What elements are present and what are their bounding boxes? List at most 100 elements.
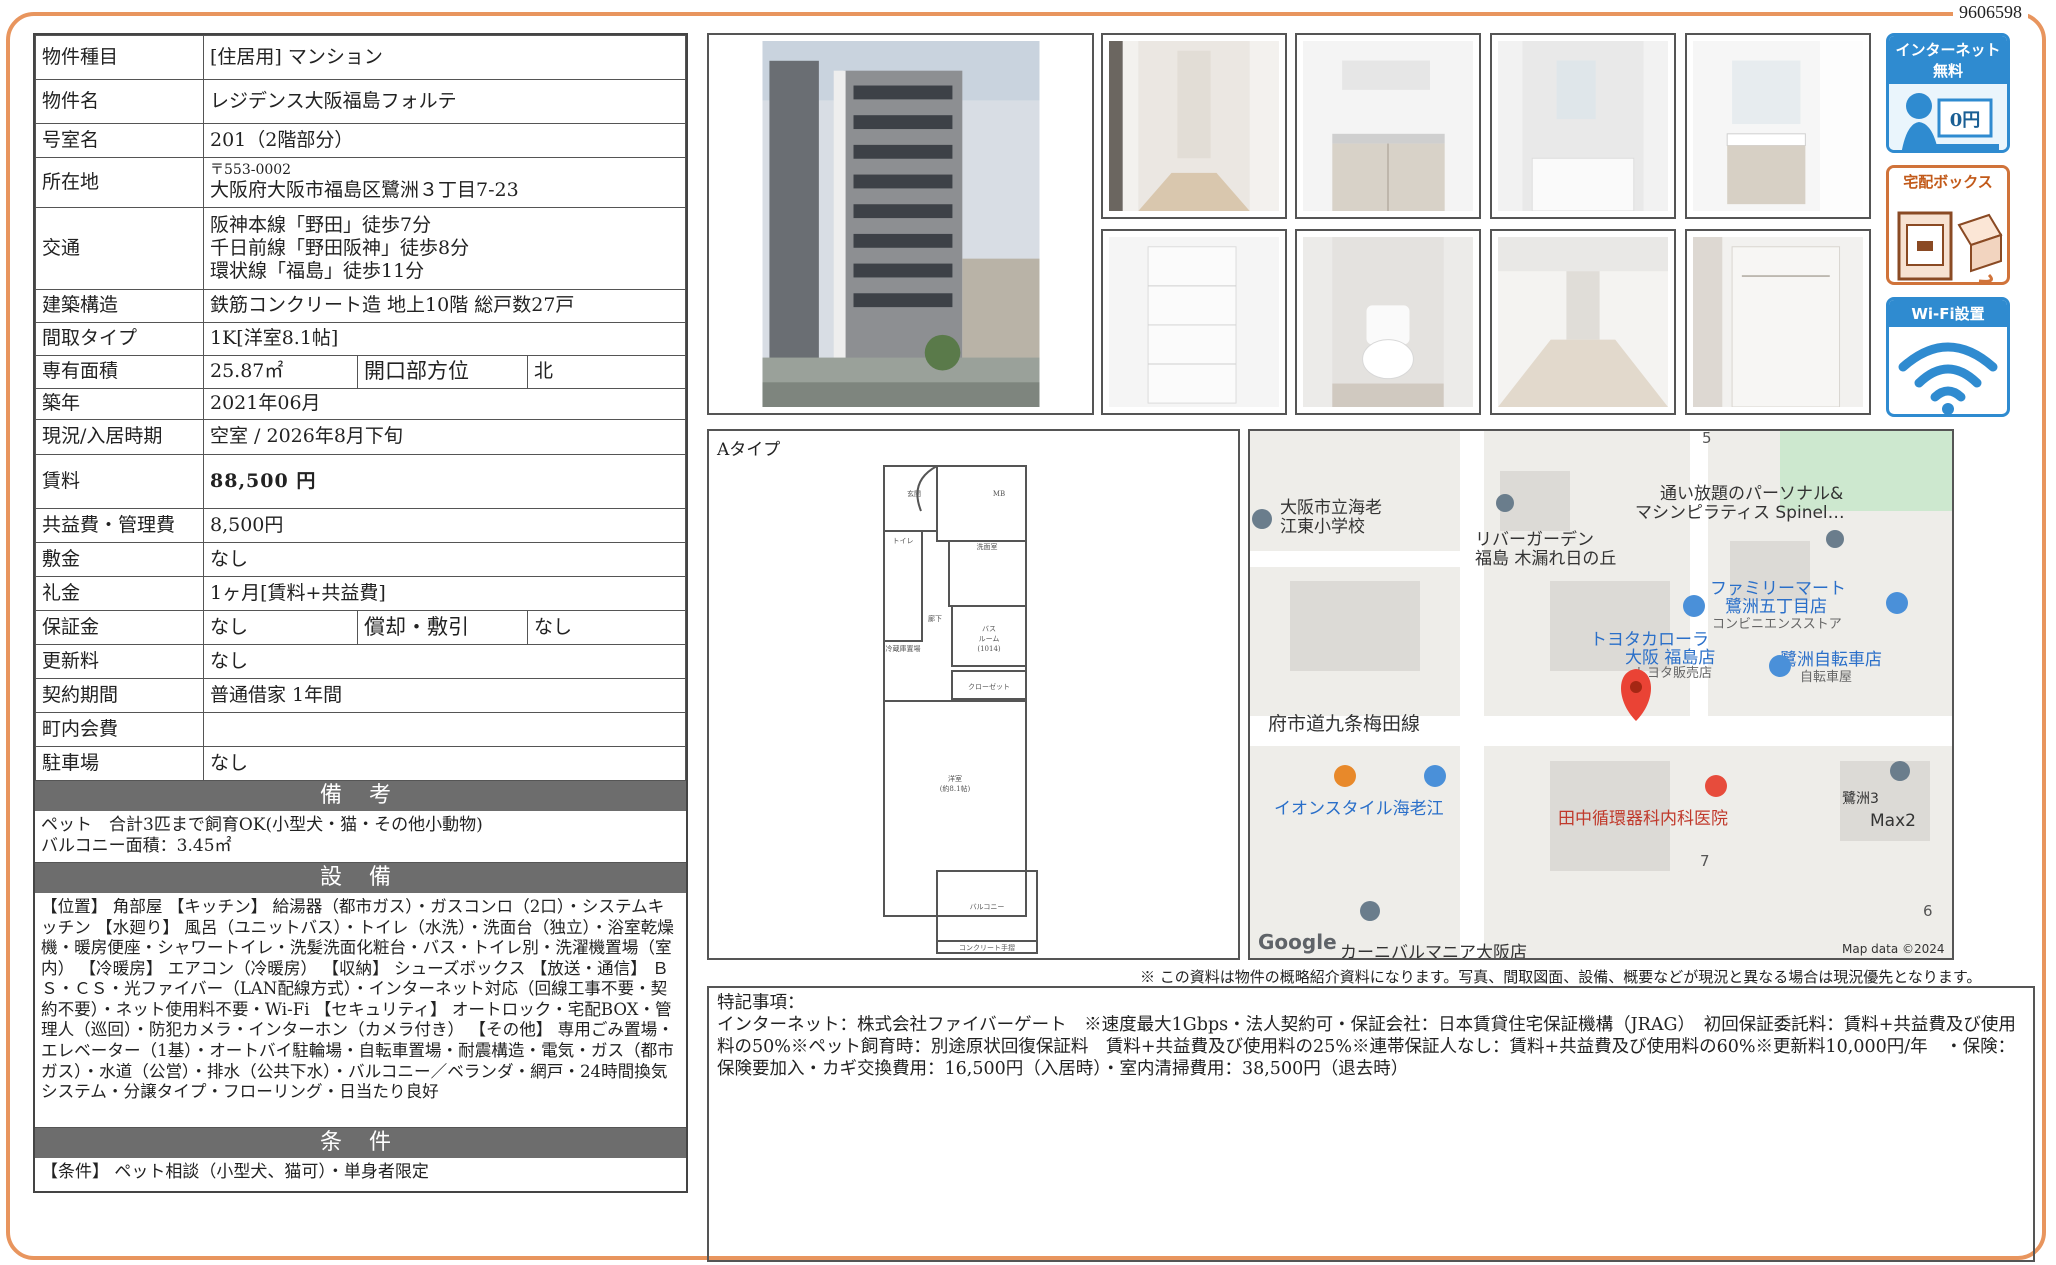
map-label-toyota: トヨタカローラ — [1590, 630, 1709, 650]
value: なし — [203, 746, 686, 781]
label: 交通 — [35, 207, 204, 290]
toilet-photo — [1295, 229, 1481, 415]
hallway-image — [1109, 41, 1279, 211]
label: 号室名 — [35, 123, 204, 158]
rent-value: 88,500 円 — [203, 454, 686, 509]
row-key-money: 礼金 1ヶ月[賃料+共益費] — [35, 576, 686, 611]
clinic-pin-icon[interactable] — [1705, 775, 1727, 797]
label: 専有面積 — [35, 355, 204, 389]
map-label-pilates-2: マシンピラティス Spinel… — [1635, 503, 1845, 523]
traffic-line: 環状線「福島」徒歩11分 — [210, 260, 425, 283]
store-pin-icon[interactable] — [1886, 592, 1908, 614]
closet-photo — [1685, 229, 1871, 415]
map-label-familymart: ファミリーマート — [1710, 579, 1846, 599]
amortization-label: 償却・敷引 — [357, 610, 528, 645]
school-pin-icon[interactable] — [1252, 509, 1272, 529]
bath-dimension: (1014) — [977, 645, 1001, 653]
row-community-fee: 町内会費 — [35, 712, 686, 747]
row-rent: 賃料 88,500 円 — [35, 454, 686, 509]
map-label-riverside-1: リバーガーデン — [1475, 529, 1594, 550]
bathroom-image — [1498, 41, 1668, 211]
map-label-toyota-branch: 大阪 福島店 — [1625, 648, 1715, 668]
row-guarantee: 保証金 なし 償却・敷引 なし — [35, 610, 686, 645]
google-logo: Google — [1258, 930, 1337, 954]
address-text: 大阪府大阪市福島区鷺洲３丁目7-23 — [210, 179, 519, 202]
row-room: 号室名 201（2階部分） — [35, 123, 686, 158]
remarks-title: 特記事項： — [717, 993, 805, 1013]
equipment-text: 【位置】 角部屋 【キッチン】 給湯器（都市ガス）・ガスコンロ（2口）・システム… — [35, 893, 686, 1128]
map-label-aeon: イオンスタイル海老江 — [1274, 799, 1444, 819]
row-structure: 建築構造 鉄筋コンクリート造 地上10階 総戸数27戸 — [35, 289, 686, 323]
direction-value: 北 — [527, 355, 686, 389]
bathroom-photo — [1490, 33, 1676, 219]
label: 所在地 — [35, 157, 204, 208]
label: 町内会費 — [35, 712, 204, 747]
label: 敷金 — [35, 542, 204, 577]
free-internet-badge: インターネット無料 0円 — [1886, 33, 2010, 153]
carnival-pin-icon[interactable] — [1360, 901, 1380, 921]
value: 1ヶ月[賃料+共益費] — [203, 576, 686, 611]
notes-text: ペット 合計3匹まで飼育OK(小型犬・猫・その他小動物) バルコニー面積：3.4… — [35, 811, 686, 863]
traffic-line: 千日前線「野田阪神」徒歩8分 — [210, 236, 470, 259]
map-label-school-2: 江東小学校 — [1280, 517, 1365, 537]
value: 鉄筋コンクリート造 地上10階 総戸数27戸 — [203, 289, 686, 323]
familymart-pin-icon[interactable] — [1683, 595, 1705, 617]
delivery-box-badge: 宅配ボックス — [1886, 165, 2010, 285]
value: 201（2階部分） — [203, 123, 686, 158]
row-property-name: 物件名 レジデンス大阪福島フォルテ — [35, 79, 686, 124]
row-built: 築年 2021年06月 — [35, 388, 686, 420]
living-room-photo — [1490, 229, 1676, 415]
map-label-bicycle: 鷺洲自転車店 — [1780, 650, 1882, 670]
map-block-7: 7 — [1700, 852, 1710, 870]
shelf-photo — [1101, 229, 1287, 415]
special-remarks: 特記事項： インターネット：株式会社ファイバーゲート ※速度最大1Gbps・法人… — [707, 986, 2035, 1262]
amortization-value: なし — [527, 610, 686, 645]
value: 〒553-0002 大阪府大阪市福島区鷺洲３丁目7-23 — [203, 157, 686, 208]
place-pin-icon[interactable] — [1496, 494, 1514, 512]
label: 保証金 — [35, 610, 204, 645]
value: 8,500円 — [203, 508, 686, 543]
aeon-pin-icon[interactable] — [1424, 765, 1446, 787]
map-label-familymart-type: コンビニエンスストア — [1712, 617, 1842, 632]
remarks-text: インターネット：株式会社ファイバーゲート ※速度最大1Gbps・法人契約可・保証… — [717, 1015, 2016, 1080]
delivery-box-icon — [1897, 211, 2003, 282]
label: 更新料 — [35, 644, 204, 679]
map-label-school-1: 大阪市立海老 — [1280, 498, 1382, 518]
map-label-clinic: 田中循環器科内科医院 — [1558, 809, 1728, 829]
disclaimer-text: ※ この資料は物件の概略紹介資料になります。写真、間取図面、設備、概要などが現況… — [1140, 968, 1982, 986]
label: 駐車場 — [35, 746, 204, 781]
max2-pin-icon[interactable] — [1890, 761, 1910, 781]
map-block-6: 6 — [1923, 902, 1933, 920]
map-canvas: 大阪市立海老 江東小学校 リバーガーデン 福島 木漏れ日の丘 通い放題のパーソナ… — [1250, 431, 1952, 958]
value: レジデンス大阪福島フォルテ — [203, 79, 686, 124]
value: なし — [203, 644, 686, 679]
restaurant-pin-icon[interactable] — [1334, 765, 1356, 787]
building-exterior-photo — [707, 33, 1094, 415]
value: 阪神本線「野田」徒歩7分 千日前線「野田阪神」徒歩8分 環状線「福島」徒歩11分 — [203, 207, 686, 290]
shelf-image — [1109, 237, 1279, 407]
section-header-notes: 備 考 — [35, 781, 686, 811]
western-room-label: 洋室 — [948, 774, 962, 783]
area-map[interactable]: 大阪市立海老 江東小学校 リバーガーデン 福島 木漏れ日の丘 通い放題のパーソナ… — [1248, 429, 1954, 960]
map-attribution: Map data ©2024 — [1842, 942, 1945, 956]
railing-label: コンクリート手摺 — [959, 943, 1015, 952]
row-renewal: 更新料 なし — [35, 644, 686, 679]
spec-table: 物件種目 [住居用] マンション 物件名 レジデンス大阪福島フォルテ 号室名 2… — [35, 35, 686, 781]
hallway-photo — [1101, 33, 1287, 219]
label: 物件種目 — [35, 35, 204, 80]
bicycle-pin-icon[interactable] — [1769, 655, 1791, 677]
label: 共益費・管理費 — [35, 508, 204, 543]
row-deposit: 敷金 なし — [35, 542, 686, 577]
mb-label: MB — [993, 490, 1005, 498]
badge-title: Wi-Fi設置 — [1889, 300, 2007, 327]
map-label-familymart-branch: 鷺洲五丁目店 — [1725, 597, 1827, 617]
washroom-photo — [1685, 33, 1871, 219]
pilates-pin-icon[interactable] — [1826, 530, 1844, 548]
closet-image — [1693, 237, 1863, 407]
value: 1K[洋室8.1帖] — [203, 322, 686, 356]
label: 賃料 — [35, 454, 204, 509]
badge-title: インターネット無料 — [1889, 36, 2007, 84]
map-label-riverside-2: 福島 木漏れ日の丘 — [1475, 549, 1616, 569]
floor-plan-panel: Aタイプ 玄関 MB トイレ 洗面室 バス ルーム (1014) 廊下 クローゼ… — [707, 429, 1240, 960]
postal-code: 〒553-0002 — [210, 162, 292, 179]
